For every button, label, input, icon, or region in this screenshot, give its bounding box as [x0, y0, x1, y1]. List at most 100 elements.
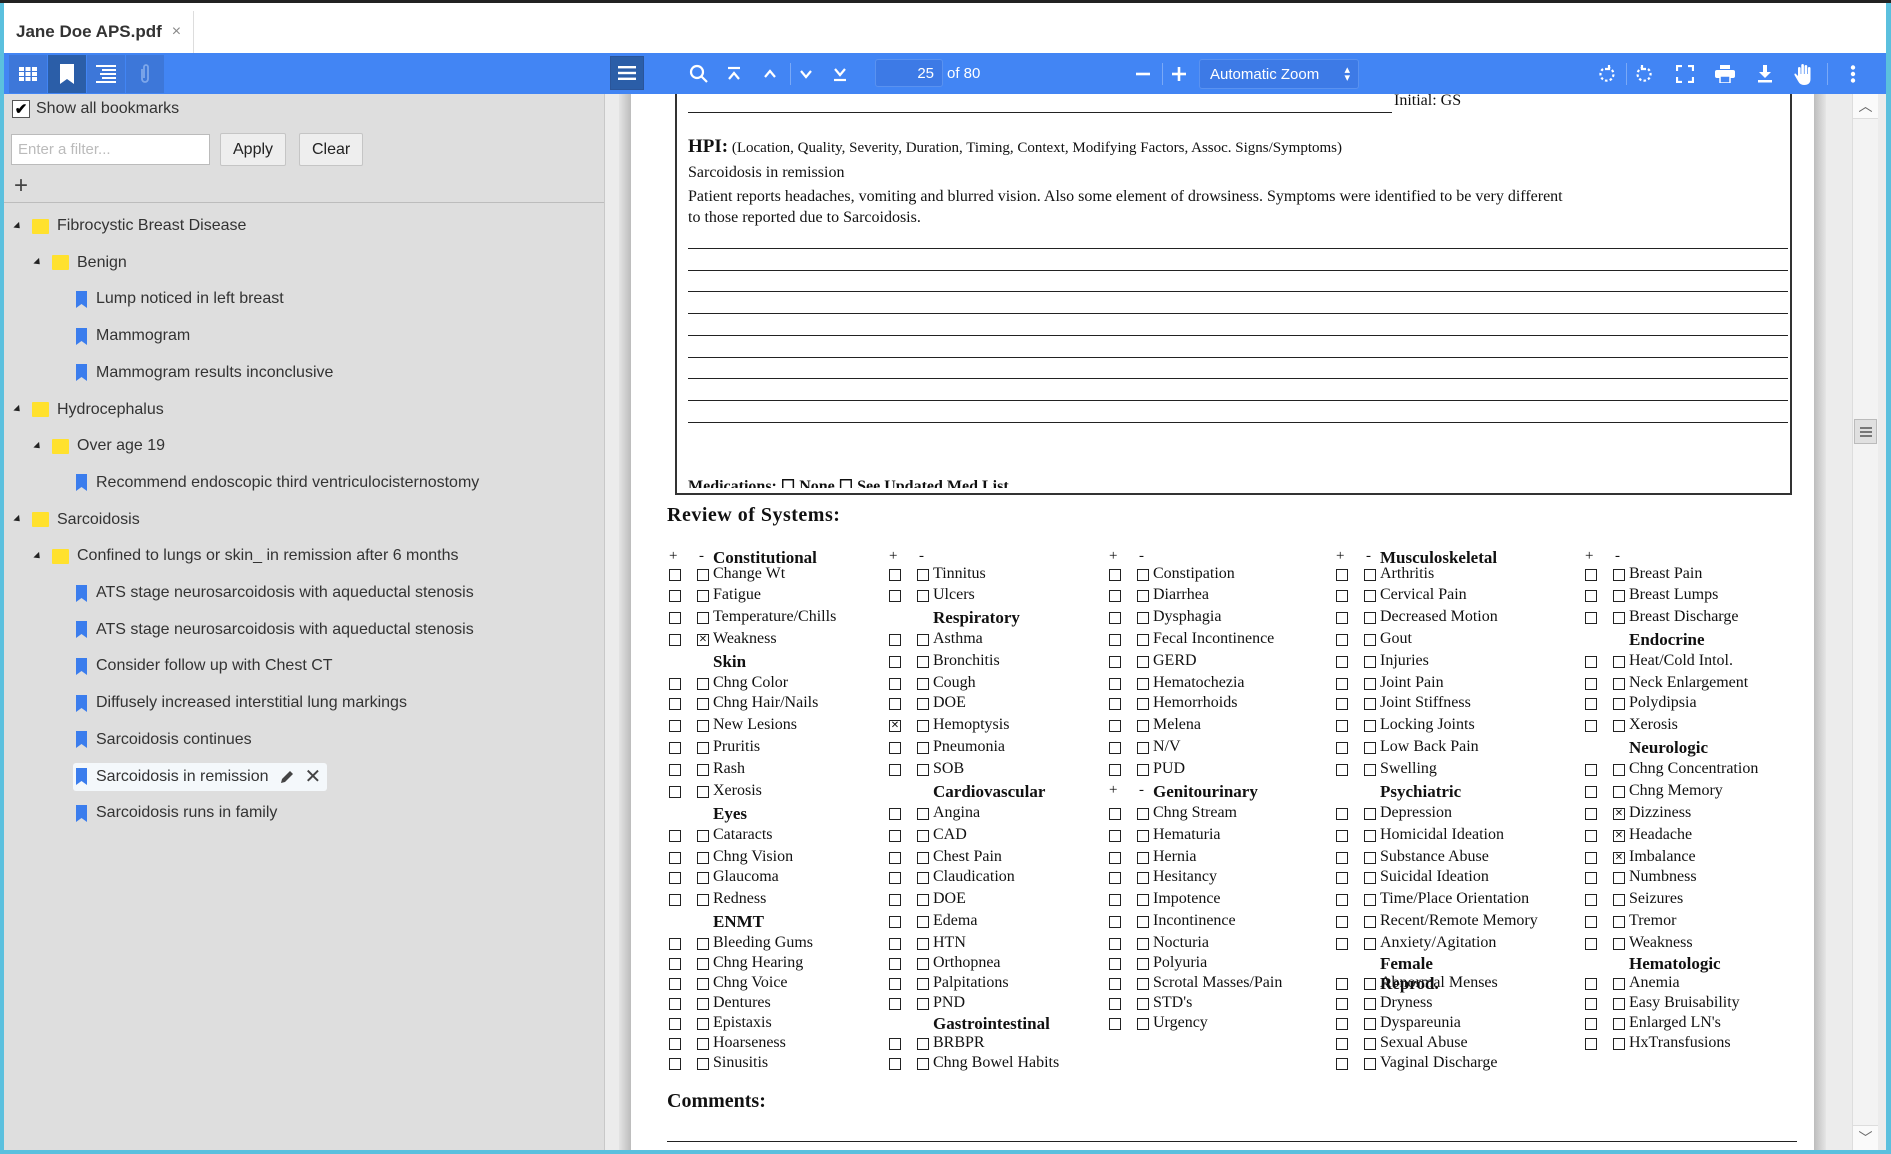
- bookmark-item[interactable]: Diffusely increased interstitial lung ma…: [76, 689, 407, 717]
- negative-checkbox[interactable]: [1613, 569, 1625, 581]
- positive-checkbox[interactable]: [1109, 830, 1121, 842]
- negative-checkbox[interactable]: [1137, 742, 1149, 754]
- negative-checkbox[interactable]: [1364, 698, 1376, 710]
- negative-checkbox[interactable]: [1137, 958, 1149, 970]
- positive-checkbox[interactable]: [1585, 872, 1597, 884]
- expand-triangle-icon[interactable]: [13, 221, 23, 231]
- filter-input[interactable]: [11, 134, 210, 165]
- positive-checkbox[interactable]: [1336, 634, 1348, 646]
- positive-checkbox[interactable]: [1109, 916, 1121, 928]
- negative-checkbox[interactable]: [697, 786, 709, 798]
- positive-checkbox[interactable]: [669, 764, 681, 776]
- positive-checkbox[interactable]: [1109, 656, 1121, 668]
- negative-checkbox[interactable]: [1364, 720, 1376, 732]
- positive-checkbox[interactable]: [889, 938, 901, 950]
- bookmark-folder[interactable]: Fibrocystic Breast Disease: [13, 212, 246, 240]
- negative-checkbox[interactable]: [1613, 698, 1625, 710]
- positive-checkbox[interactable]: [1336, 978, 1348, 990]
- positive-checkbox[interactable]: [1336, 852, 1348, 864]
- sidebar-toggle-button[interactable]: [610, 56, 644, 90]
- negative-checkbox[interactable]: [1137, 872, 1149, 884]
- positive-checkbox[interactable]: [669, 894, 681, 906]
- positive-checkbox[interactable]: [669, 1058, 681, 1070]
- positive-checkbox[interactable]: [1585, 678, 1597, 690]
- show-all-bookmarks-toggle[interactable]: ✔ Show all bookmarks: [12, 100, 179, 118]
- negative-checkbox[interactable]: [1364, 634, 1376, 646]
- next-page-button[interactable]: [791, 59, 821, 89]
- positive-checkbox[interactable]: [889, 872, 901, 884]
- positive-checkbox[interactable]: [669, 830, 681, 842]
- negative-checkbox[interactable]: [1613, 656, 1625, 668]
- positive-checkbox[interactable]: [1585, 916, 1597, 928]
- negative-checkbox[interactable]: [1137, 830, 1149, 842]
- positive-checkbox[interactable]: [889, 894, 901, 906]
- negative-checkbox[interactable]: [697, 978, 709, 990]
- positive-checkbox[interactable]: [1336, 678, 1348, 690]
- positive-checkbox[interactable]: [1336, 720, 1348, 732]
- positive-checkbox[interactable]: [1336, 938, 1348, 950]
- positive-checkbox[interactable]: [889, 678, 901, 690]
- negative-checkbox[interactable]: ✕: [697, 634, 709, 646]
- negative-checkbox[interactable]: [697, 852, 709, 864]
- positive-checkbox[interactable]: [669, 720, 681, 732]
- positive-checkbox[interactable]: [1109, 852, 1121, 864]
- positive-checkbox[interactable]: [1585, 1018, 1597, 1030]
- negative-checkbox[interactable]: [1613, 916, 1625, 928]
- vertical-scrollbar[interactable]: ︿ ﹀: [1852, 94, 1878, 1150]
- negative-checkbox[interactable]: [1137, 978, 1149, 990]
- negative-checkbox[interactable]: [1137, 612, 1149, 624]
- positive-checkbox[interactable]: [1585, 612, 1597, 624]
- bookmarks-button[interactable]: [48, 54, 86, 93]
- negative-checkbox[interactable]: [917, 698, 929, 710]
- negative-checkbox[interactable]: [1137, 916, 1149, 928]
- negative-checkbox[interactable]: [1613, 1038, 1625, 1050]
- positive-checkbox[interactable]: [1336, 590, 1348, 602]
- clear-button[interactable]: Clear: [299, 133, 364, 166]
- negative-checkbox[interactable]: [697, 872, 709, 884]
- negative-checkbox[interactable]: [1364, 1058, 1376, 1070]
- negative-checkbox[interactable]: [697, 764, 709, 776]
- positive-checkbox[interactable]: [889, 978, 901, 990]
- negative-checkbox[interactable]: [1613, 590, 1625, 602]
- negative-checkbox[interactable]: [1364, 612, 1376, 624]
- positive-checkbox[interactable]: [669, 1018, 681, 1030]
- positive-checkbox[interactable]: [889, 830, 901, 842]
- negative-checkbox[interactable]: [1137, 569, 1149, 581]
- positive-checkbox[interactable]: [1336, 612, 1348, 624]
- negative-checkbox[interactable]: [1364, 830, 1376, 842]
- negative-checkbox[interactable]: [697, 590, 709, 602]
- attachments-button[interactable]: [126, 54, 164, 93]
- negative-checkbox[interactable]: [1137, 678, 1149, 690]
- bookmark-item[interactable]: Sarcoidosis runs in family: [76, 799, 277, 827]
- positive-checkbox[interactable]: [1336, 698, 1348, 710]
- positive-checkbox[interactable]: [669, 872, 681, 884]
- negative-checkbox[interactable]: [697, 569, 709, 581]
- negative-checkbox[interactable]: [1364, 678, 1376, 690]
- last-page-button[interactable]: [825, 59, 855, 89]
- hand-tool-button[interactable]: [1789, 59, 1819, 89]
- positive-checkbox[interactable]: [889, 808, 901, 820]
- positive-checkbox[interactable]: [1109, 894, 1121, 906]
- negative-checkbox[interactable]: [1137, 808, 1149, 820]
- positive-checkbox[interactable]: [1109, 634, 1121, 646]
- positive-checkbox[interactable]: [669, 612, 681, 624]
- positive-checkbox[interactable]: ✕: [889, 720, 901, 732]
- document-tab[interactable]: Jane Doe APS.pdf ×: [4, 11, 195, 53]
- positive-checkbox[interactable]: [669, 569, 681, 581]
- bookmark-item[interactable]: Recommend endoscopic third ventriculocis…: [76, 469, 479, 497]
- positive-checkbox[interactable]: [1336, 1018, 1348, 1030]
- negative-checkbox[interactable]: [1613, 764, 1625, 776]
- positive-checkbox[interactable]: [889, 742, 901, 754]
- negative-checkbox[interactable]: [1364, 998, 1376, 1010]
- bookmark-item[interactable]: ATS stage neurosarcoidosis with aqueduct…: [76, 579, 474, 607]
- positive-checkbox[interactable]: [1109, 569, 1121, 581]
- positive-checkbox[interactable]: [669, 938, 681, 950]
- positive-checkbox[interactable]: [1109, 764, 1121, 776]
- positive-checkbox[interactable]: [1585, 852, 1597, 864]
- negative-checkbox[interactable]: ✕: [1613, 830, 1625, 842]
- positive-checkbox[interactable]: [1109, 1018, 1121, 1030]
- positive-checkbox[interactable]: [1585, 764, 1597, 776]
- negative-checkbox[interactable]: [1613, 678, 1625, 690]
- positive-checkbox[interactable]: [889, 590, 901, 602]
- negative-checkbox[interactable]: ✕: [1613, 852, 1625, 864]
